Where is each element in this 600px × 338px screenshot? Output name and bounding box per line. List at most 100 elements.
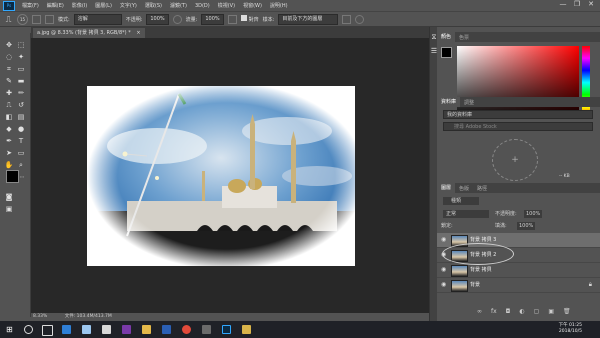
photoshop-icon[interactable] [222,325,231,334]
tab-layers[interactable]: 圖層 [437,183,456,193]
tab-color[interactable]: 顏色 [437,32,456,42]
gradient-tool-icon[interactable]: ▤ [16,113,26,122]
foreground-color-swatch[interactable] [6,170,19,183]
ignore-adjustment-icon[interactable] [342,14,352,24]
zoom-level[interactable]: 8.33% [33,314,47,319]
pen-tool-icon[interactable]: ✒ [4,137,14,146]
lasso-tool-icon[interactable]: ◌ [4,53,14,62]
aligned-checkbox[interactable]: 對齊 [240,15,259,23]
new-layer-icon[interactable]: ▣ [548,308,554,315]
video-icon[interactable] [202,325,211,334]
tab-paths[interactable]: 路徑 [473,185,491,192]
close-window-button[interactable]: ✕ [584,0,598,8]
menu-type[interactable]: 文字(Y) [116,2,141,9]
magic-wand-tool-icon[interactable]: ✦ [16,53,26,62]
brush-size-value[interactable]: 15 [17,13,28,25]
menu-view[interactable]: 檢視(V) [214,2,239,9]
move-tool-icon[interactable]: ✥ [4,41,14,50]
menu-3d[interactable]: 3D(D) [191,3,214,9]
layer-style-icon[interactable]: fx [491,308,497,315]
minimize-button[interactable]: — [556,0,570,8]
marquee-tool-icon[interactable]: ⬚ [16,41,26,50]
document-canvas[interactable] [87,86,355,266]
clone-stamp-preset-icon[interactable]: ⎍ [4,15,13,24]
blend-mode-select[interactable]: 正常 [443,210,489,218]
sample-select[interactable]: 目前及下方的圖層 [278,13,339,25]
adjustment-layer-icon[interactable]: ◐ [519,308,524,315]
file-explorer-icon[interactable] [142,325,151,334]
color-field[interactable] [457,46,579,119]
visibility-eye-icon[interactable]: ◉ [441,266,448,273]
edge-icon[interactable] [62,325,71,334]
restore-button[interactable]: ❐ [570,0,584,8]
canvas-area[interactable] [31,38,429,313]
tab-libraries[interactable]: 資料庫 [437,97,461,107]
brush-tool-icon[interactable]: ✏ [16,89,26,98]
menu-edit[interactable]: 編輯(E) [43,2,68,9]
document-info[interactable]: 文件: 103.4M/413.7M [65,314,112,319]
link-layers-icon[interactable]: ∞ [477,308,482,315]
tab-adjustments[interactable]: 調整 [460,99,478,106]
brush-panel-icon[interactable] [32,14,41,24]
stock-search-input[interactable]: 搜尋 Adobe Stock [443,122,593,131]
menu-layer[interactable]: 圖層(L) [91,2,116,9]
system-clock[interactable]: 下午 01:25 2018/10/5 [559,323,582,335]
layer-row[interactable]: ◉ 背景 拷貝 [437,263,600,278]
clone-stamp-tool-icon[interactable]: ⎍ [4,101,14,110]
tab-channels[interactable]: 色版 [455,185,473,192]
blur-tool-icon[interactable]: ◆ [4,125,14,134]
foreground-color-chip[interactable] [441,47,452,58]
visibility-eye-icon[interactable]: ◉ [441,281,448,288]
layer-filter-select[interactable]: 種類 [443,197,479,205]
pressure-size-icon[interactable] [355,14,365,24]
menu-select[interactable]: 選取(S) [141,2,166,9]
onenote-icon[interactable] [122,325,131,334]
path-selection-tool-icon[interactable]: ➤ [4,149,14,158]
pressure-opacity-icon[interactable] [172,14,182,24]
menu-image[interactable]: 影像(I) [68,2,91,9]
task-view-icon[interactable] [42,325,53,336]
menu-filter[interactable]: 濾鏡(T) [166,2,191,9]
add-library-icon[interactable]: + [492,139,538,181]
rectangle-tool-icon[interactable]: ▭ [16,149,26,158]
eraser-tool-icon[interactable]: ◧ [4,113,14,122]
document-tab[interactable]: a.jpg @ 8.33% (背景 拷貝 3, RGB/8*) * × [33,28,145,38]
close-tab-icon[interactable]: × [136,30,140,36]
search-icon[interactable] [24,325,33,334]
slice-tool-icon[interactable]: ▭ [16,65,26,74]
hand-tool-icon[interactable]: ✋ [4,161,14,170]
menu-file[interactable]: 檔案(F) [18,2,43,9]
folder-icon[interactable] [242,325,251,334]
layer-row[interactable]: ◉ 背景 🔒︎ [437,278,600,293]
visibility-eye-icon[interactable]: ◉ [441,236,448,243]
new-group-icon[interactable]: ▢ [534,308,540,315]
screen-mode-icon[interactable]: ▣ [4,205,14,214]
flow-input[interactable]: 100% [201,13,224,25]
mode-select[interactable]: 溶解 [73,13,122,25]
menu-window[interactable]: 視窗(W) [239,2,266,9]
add-mask-icon[interactable]: ◘ [506,308,511,315]
chrome-icon[interactable] [182,325,191,334]
clone-source-panel-icon[interactable] [45,14,54,24]
quick-mask-icon[interactable]: ◙ [4,193,14,202]
healing-brush-tool-icon[interactable]: ✚ [4,89,14,98]
airbrush-icon[interactable] [227,14,237,24]
eyedropper-tool-icon[interactable]: ✎ [4,77,14,86]
store-icon[interactable] [102,325,111,334]
opacity-input[interactable]: 100% [146,13,169,25]
delete-layer-icon[interactable]: 🗑︎ [563,308,571,315]
menu-help[interactable]: 說明(H) [266,2,292,9]
dodge-tool-icon[interactable]: ● [16,125,26,134]
history-brush-tool-icon[interactable]: ↺ [16,101,26,110]
ruler-tool-icon[interactable]: ▬ [16,77,26,86]
word-icon[interactable] [162,325,171,334]
zoom-tool-icon[interactable]: ⌕ [16,161,26,170]
library-select[interactable]: 我的資料庫 [443,110,593,119]
start-icon[interactable]: ⊞ [6,325,15,334]
onedrive-icon[interactable] [82,325,91,334]
hue-slider[interactable] [582,46,590,119]
fill-input[interactable]: 100% [517,222,536,230]
crop-tool-icon[interactable]: ⌗ [4,65,14,74]
tab-swatches[interactable]: 色票 [455,34,473,41]
type-tool-icon[interactable]: T [16,137,26,146]
